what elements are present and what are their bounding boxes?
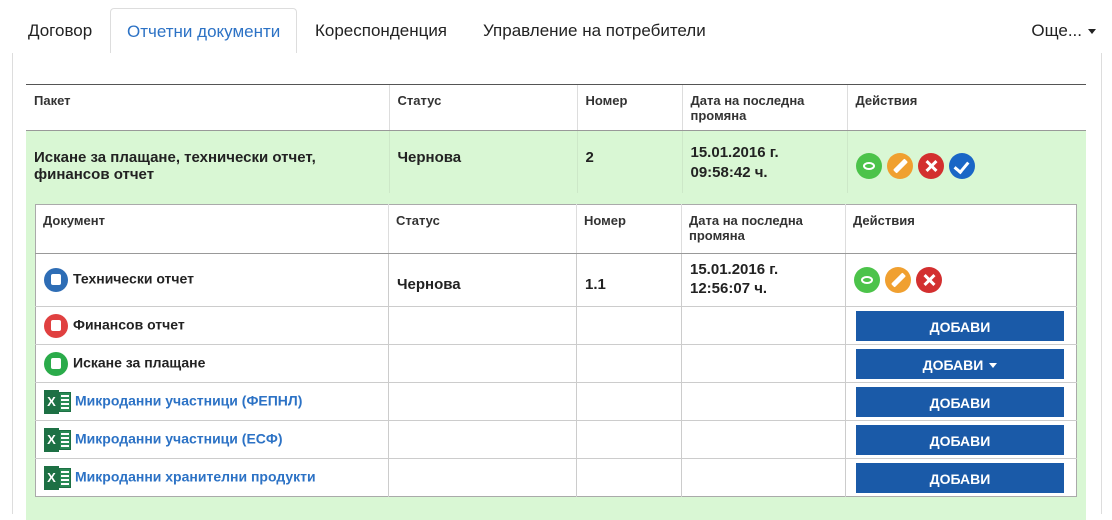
document-link[interactable]: Микроданни участници (ФЕПНЛ) — [75, 392, 302, 408]
col-header-actions: Действия — [846, 84, 1086, 131]
col-header-actions: Действия — [845, 204, 1077, 254]
pencil-icon[interactable] — [885, 267, 911, 293]
package-number: 2 — [576, 130, 682, 202]
financial-report-icon — [44, 313, 68, 338]
table-row: Искане за плащане ДОБАВИ — [35, 344, 1077, 383]
document-name: X Микроданни участници (ФЕПНЛ) — [35, 382, 389, 421]
technical-report-icon — [44, 268, 68, 292]
pencil-icon[interactable] — [886, 153, 913, 179]
add-button[interactable]: ДОБАВИ — [856, 424, 1064, 455]
col-header-document: Документ — [35, 204, 389, 254]
eye-icon[interactable] — [854, 267, 880, 293]
col-header-status: Статус — [388, 204, 577, 254]
package-row: Искане за плащане, технически отчет, фин… — [26, 130, 1086, 202]
col-header-number: Номер — [576, 84, 682, 131]
document-name: Искане за плащане — [35, 344, 389, 383]
documents-table-header: Документ Статус Номер Дата на последна п… — [35, 204, 1077, 254]
excel-icon: X — [44, 389, 71, 414]
tab-reporting-documents[interactable]: Отчетни документи — [110, 8, 298, 54]
table-row: X Микроданни участници (ЕСФ) ДОБАВИ — [35, 420, 1077, 459]
table-row: X Микроданни участници (ФЕПНЛ) ДОБАВИ — [35, 382, 1077, 421]
eye-icon[interactable] — [855, 153, 882, 179]
document-link[interactable]: Микроданни участници (ЕСФ) — [75, 430, 283, 446]
document-date-time: 12:56:07 ч. — [690, 280, 768, 297]
excel-icon: X — [44, 465, 71, 490]
more-label: Още... — [1031, 21, 1082, 40]
add-button[interactable]: ДОБАВИ — [856, 386, 1064, 417]
package-date: 15.01.2016 г. 09:58:42 ч. — [681, 130, 847, 202]
check-icon[interactable] — [948, 153, 975, 179]
add-button[interactable]: ДОБАВИ — [856, 462, 1064, 493]
table-row: X Микроданни хранителни продукти ДОБАВИ — [35, 458, 1077, 497]
package-actions — [846, 130, 1086, 202]
document-date: 15.01.2016 г. 12:56:07 ч. — [681, 253, 846, 307]
document-name: X Микроданни участници (ЕСФ) — [35, 420, 389, 459]
col-header-date: Дата на последна промяна — [681, 84, 847, 131]
excel-icon: X — [44, 427, 71, 452]
tab-user-management[interactable]: Управление на потребители — [467, 8, 722, 53]
document-name: Технически отчет — [35, 253, 389, 307]
table-row: Финансов отчет ДОБАВИ — [35, 306, 1077, 345]
col-header-package: Пакет — [26, 84, 389, 131]
add-dropdown-button[interactable]: ДОБАВИ — [856, 348, 1064, 379]
document-name: X Микроданни хранителни продукти — [35, 458, 389, 497]
add-dropdown-label: ДОБАВИ — [922, 356, 984, 373]
tab-correspondence[interactable]: Кореспонденция — [299, 8, 463, 53]
document-status: Чернова — [388, 253, 577, 307]
delete-icon[interactable] — [917, 153, 944, 179]
package-date-day: 15.01.2016 г. — [690, 144, 779, 161]
add-button[interactable]: ДОБАВИ — [856, 310, 1064, 341]
document-label: Технически отчет — [73, 270, 194, 287]
document-date-day: 15.01.2016 г. — [690, 261, 779, 278]
document-label: Искане за плащане — [73, 354, 206, 371]
document-name: Финансов отчет — [35, 306, 389, 345]
col-header-status: Статус — [388, 84, 577, 131]
package-status: Чернова — [388, 130, 577, 202]
delete-icon[interactable] — [916, 267, 942, 293]
tab-bar: Договор Отчетни документи Кореспонденция… — [12, 8, 1100, 54]
package-table-header: Пакет Статус Номер Дата на последна пром… — [26, 84, 1086, 131]
col-header-date: Дата на последна промяна — [681, 204, 846, 254]
document-number: 1.1 — [576, 253, 682, 307]
tab-contract[interactable]: Договор — [12, 8, 108, 53]
col-header-number: Номер — [576, 204, 682, 254]
package-table: Пакет Статус Номер Дата на последна пром… — [26, 84, 1086, 202]
payment-request-icon — [44, 351, 68, 376]
documents-table: Документ Статус Номер Дата на последна п… — [35, 204, 1077, 497]
package-date-time: 09:58:42 ч. — [690, 164, 768, 181]
tab-panel: Пакет Статус Номер Дата на последна пром… — [12, 53, 1102, 520]
package-details: Документ Статус Номер Дата на последна п… — [26, 193, 1086, 520]
document-link[interactable]: Микроданни хранителни продукти — [75, 468, 316, 484]
table-row: Технически отчет Чернова 1.1 15.01.2016 … — [35, 253, 1077, 307]
more-dropdown[interactable]: Още... — [1031, 8, 1096, 54]
document-label: Финансов отчет — [73, 316, 185, 333]
package-name: Искане за плащане, технически отчет, фин… — [26, 130, 389, 202]
caret-down-icon — [1088, 29, 1096, 35]
document-actions — [845, 253, 1077, 307]
caret-down-icon — [989, 363, 998, 369]
